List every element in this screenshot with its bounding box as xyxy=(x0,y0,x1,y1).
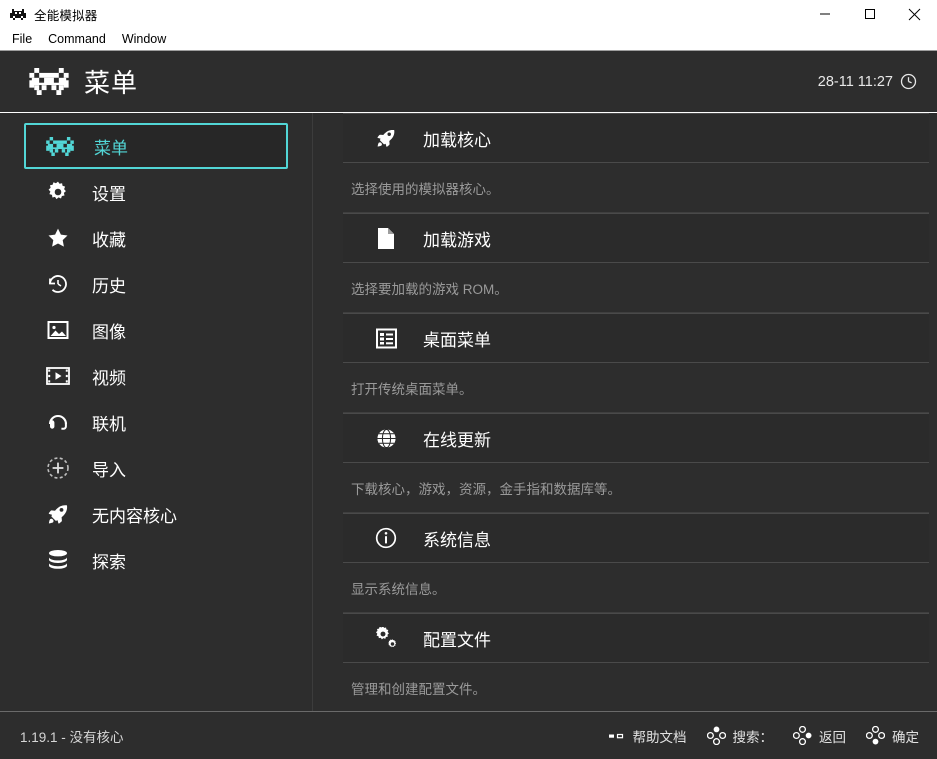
globe-icon xyxy=(371,428,401,449)
main-entry-list: 加载核心 选择使用的模拟器核心。 加载游戏 选择要加载的游戏 ROM。 xyxy=(313,113,937,711)
entry-list: 加载核心 选择使用的模拟器核心。 加载游戏 选择要加载的游戏 ROM。 xyxy=(343,113,929,711)
window-title-group: 全能模拟器 xyxy=(0,5,98,24)
dpad-up-icon xyxy=(707,726,726,745)
retroarch-body: 菜单 设置 收藏 xyxy=(0,113,937,711)
entry-label: 加载游戏 xyxy=(423,226,491,251)
entry-description: 管理和创建配置文件。 xyxy=(343,663,929,711)
status-bar: 1.19.1 - 没有核心 帮助文档 xyxy=(0,711,937,759)
sidebar-item-label: 导入 xyxy=(92,456,126,481)
menubar-item-command[interactable]: Command xyxy=(40,30,114,48)
select-button-icon xyxy=(608,730,626,742)
sidebar-item-label: 图像 xyxy=(92,318,126,343)
header-clock: 28-11 11:27 xyxy=(818,73,917,90)
sidebar-item-import[interactable]: 导入 xyxy=(24,445,288,491)
space-invader-icon xyxy=(9,6,26,23)
sidebar-item-label: 设置 xyxy=(92,180,126,205)
sidebar-item-label: 菜单 xyxy=(94,134,128,159)
hint-label: 搜索： xyxy=(733,726,774,746)
sidebar-item-favorites[interactable]: 收藏 xyxy=(24,215,288,261)
info-icon xyxy=(371,527,401,549)
entry-description-text: 管理和创建配置文件。 xyxy=(351,678,486,698)
entry-description: 显示系统信息。 xyxy=(343,563,929,613)
image-icon xyxy=(38,319,78,341)
close-button[interactable] xyxy=(892,0,937,28)
maximize-button[interactable] xyxy=(847,0,892,28)
version-label: 1.19.1 - 没有核心 xyxy=(20,726,124,746)
entry-description-text: 选择要加载的游戏 ROM。 xyxy=(351,278,508,298)
entry-description-text: 选择使用的模拟器核心。 xyxy=(351,178,500,198)
netplay-icon xyxy=(38,410,78,434)
sidebar-item-label: 无内容核心 xyxy=(92,502,177,527)
hint-search[interactable]: 搜索： xyxy=(707,726,774,746)
hint-ok[interactable]: 确定 xyxy=(866,726,919,746)
entry-label: 加载核心 xyxy=(423,126,491,151)
sidebar-item-explore[interactable]: 探索 xyxy=(24,537,288,583)
clock-text: 28-11 11:27 xyxy=(818,74,893,90)
entry-label: 桌面菜单 xyxy=(423,326,491,351)
hint-back[interactable]: 返回 xyxy=(793,726,846,746)
sidebar-item-video[interactable]: 视频 xyxy=(24,353,288,399)
dpad-down-icon xyxy=(866,726,885,745)
sidebar-item-netplay[interactable]: 联机 xyxy=(24,399,288,445)
entry-label: 在线更新 xyxy=(423,426,491,451)
window-title: 全能模拟器 xyxy=(34,5,98,24)
menubar-item-window[interactable]: Window xyxy=(114,30,174,48)
entry-description-text: 显示系统信息。 xyxy=(351,578,446,598)
clock-icon xyxy=(900,73,917,90)
retroarch-root: 菜单 28-11 11:27 xyxy=(0,51,937,759)
hint-help[interactable]: 帮助文档 xyxy=(608,726,687,746)
entry-load-core[interactable]: 加载核心 xyxy=(343,113,929,163)
film-icon xyxy=(38,366,78,386)
window-titlebar: 全能模拟器 xyxy=(0,0,937,28)
space-invader-icon xyxy=(40,137,80,156)
gears-icon xyxy=(371,627,401,650)
window-controls xyxy=(802,0,937,28)
entry-online-updater[interactable]: 在线更新 xyxy=(343,413,929,463)
sidebar-item-contentless-cores[interactable]: 无内容核心 xyxy=(24,491,288,537)
entry-description-text: 打开传统桌面菜单。 xyxy=(351,378,473,398)
sidebar-item-history[interactable]: 历史 xyxy=(24,261,288,307)
entry-description: 选择要加载的游戏 ROM。 xyxy=(343,263,929,313)
sidebar-item-images[interactable]: 图像 xyxy=(24,307,288,353)
dpad-right-icon xyxy=(793,726,812,745)
retroarch-header: 菜单 28-11 11:27 xyxy=(0,51,937,113)
list-icon xyxy=(371,328,401,349)
star-icon xyxy=(38,226,78,250)
entry-information[interactable]: 系统信息 xyxy=(343,513,929,563)
sidebar-item-label: 历史 xyxy=(92,272,126,297)
page-title: 菜单 xyxy=(84,63,138,100)
sidebar: 菜单 设置 收藏 xyxy=(0,113,313,711)
entry-label: 配置文件 xyxy=(423,626,491,651)
input-hints: 帮助文档 搜索： xyxy=(608,726,920,746)
entry-description: 选择使用的模拟器核心。 xyxy=(343,163,929,213)
rocket-icon xyxy=(371,127,401,149)
sidebar-item-label: 探索 xyxy=(92,548,126,573)
entry-description: 下载核心，游戏，资源，金手指和数据库等。 xyxy=(343,463,929,513)
history-icon xyxy=(38,272,78,296)
sidebar-item-label: 联机 xyxy=(92,410,126,435)
entry-load-content[interactable]: 加载游戏 xyxy=(343,213,929,263)
hint-label: 返回 xyxy=(819,726,846,746)
entry-desktop-menu[interactable]: 桌面菜单 xyxy=(343,313,929,363)
entry-label: 系统信息 xyxy=(423,526,491,551)
sidebar-item-label: 收藏 xyxy=(92,226,126,251)
hint-label: 帮助文档 xyxy=(633,726,687,746)
rocket-icon xyxy=(38,502,78,526)
entry-description: 打开传统桌面菜单。 xyxy=(343,363,929,413)
menubar: File Command Window xyxy=(0,28,937,51)
entry-configurations[interactable]: 配置文件 xyxy=(343,613,929,663)
sidebar-item-menu[interactable]: 菜单 xyxy=(24,123,288,169)
file-icon xyxy=(371,227,401,250)
minimize-button[interactable] xyxy=(802,0,847,28)
sidebar-item-settings[interactable]: 设置 xyxy=(24,169,288,215)
sidebar-item-label: 视频 xyxy=(92,364,126,389)
space-invader-icon xyxy=(28,67,70,97)
database-icon xyxy=(38,549,78,571)
menubar-item-file[interactable]: File xyxy=(4,30,40,48)
hint-label: 确定 xyxy=(892,726,919,746)
gear-icon xyxy=(38,180,78,204)
entry-description-text: 下载核心，游戏，资源，金手指和数据库等。 xyxy=(351,478,621,498)
add-dashed-icon xyxy=(38,456,78,480)
